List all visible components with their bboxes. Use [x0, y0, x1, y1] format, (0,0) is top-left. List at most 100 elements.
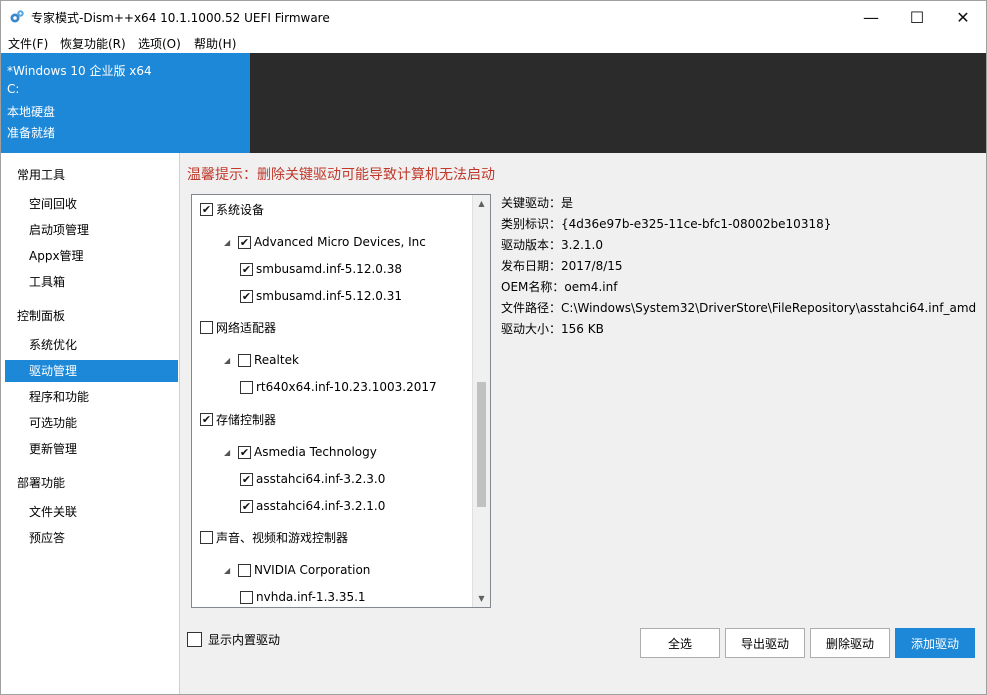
- gears-icon: [10, 10, 24, 23]
- property-row: 类别标识：{4d36e97b-e325-11ce-bfc1-08002be103…: [501, 215, 831, 232]
- tree-vendor[interactable]: ◢ Asmedia Technology: [224, 442, 377, 462]
- property-label: OEM名称：: [501, 280, 565, 294]
- export-driver-button[interactable]: 导出驱动: [725, 628, 805, 658]
- delete-driver-button[interactable]: 删除驱动: [810, 628, 890, 658]
- checkbox-icon[interactable]: [200, 530, 213, 544]
- show-builtin-drivers-checkbox[interactable]: 显示内置驱动: [187, 631, 280, 648]
- checkbox-icon[interactable]: [240, 499, 253, 513]
- tree-vendor[interactable]: ◢ NVIDIA Corporation: [224, 560, 370, 580]
- tree-label: Realtek: [254, 353, 299, 367]
- property-value: oem4.inf: [564, 280, 618, 294]
- property-row: 文件路径：C:\Windows\System32\DriverStore\Fil…: [501, 299, 976, 316]
- tree-driver[interactable]: smbusamd.inf-5.12.0.38: [240, 259, 402, 279]
- tree-vendor[interactable]: ◢ Realtek: [224, 350, 299, 370]
- menu-recovery[interactable]: 恢复功能(R): [60, 35, 126, 52]
- tree-driver[interactable]: smbusamd.inf-5.12.0.31: [240, 286, 402, 306]
- tree-label: rt640x64.inf-10.23.1003.2017: [256, 380, 437, 394]
- sidebar-item-optional-features[interactable]: 可选功能: [5, 412, 178, 434]
- checkbox-icon[interactable]: [240, 289, 253, 303]
- checkbox-icon[interactable]: [240, 262, 253, 276]
- tree-label: Asmedia Technology: [254, 445, 377, 459]
- menu-bar: 文件(F) 恢复功能(R) 选项(O) 帮助(H): [1, 33, 986, 53]
- driver-tree[interactable]: 系统设备 ◢ Advanced Micro Devices, Inc smbusamd…: [191, 194, 491, 608]
- property-label: 类别标识：: [501, 217, 562, 231]
- checkbox-icon[interactable]: [187, 632, 202, 647]
- header-dark-area: [250, 53, 986, 153]
- tree-label: 系统设备: [216, 202, 265, 217]
- tree-label: asstahci64.inf-3.2.3.0: [256, 472, 386, 486]
- property-label: 驱动大小：: [501, 322, 562, 336]
- close-button[interactable]: ✕: [940, 1, 986, 33]
- tree-vendor[interactable]: ◢ Advanced Micro Devices, Inc: [224, 232, 426, 252]
- tree-driver[interactable]: rt640x64.inf-10.23.1003.2017: [240, 377, 437, 397]
- expand-arrow-icon[interactable]: ◢: [224, 447, 234, 457]
- os-name: *Windows 10 企业版 x64: [7, 64, 152, 78]
- tree-label: NVIDIA Corporation: [254, 563, 371, 577]
- checkbox-icon[interactable]: [240, 590, 253, 604]
- tree-category[interactable]: 声音、视频和游戏控制器: [200, 527, 348, 547]
- tree-driver[interactable]: asstahci64.inf-3.2.1.0: [240, 496, 385, 516]
- select-all-button[interactable]: 全选: [640, 628, 720, 658]
- property-value: 3.2.1.0: [561, 238, 603, 252]
- tree-category[interactable]: 网络适配器: [200, 317, 276, 337]
- property-row: 发布日期：2017/8/15: [501, 257, 623, 274]
- sidebar-item-programs[interactable]: 程序和功能: [5, 386, 178, 408]
- checkbox-icon[interactable]: [200, 202, 213, 216]
- tree-label: asstahci64.inf-3.2.1.0: [256, 499, 386, 513]
- checkbox-icon[interactable]: [238, 563, 251, 577]
- checkbox-icon[interactable]: [238, 445, 251, 459]
- property-row: 驱动大小：156 KB: [501, 320, 604, 337]
- tree-label: 网络适配器: [216, 320, 277, 335]
- maximize-button[interactable]: ☐: [894, 1, 940, 33]
- checkbox-icon[interactable]: [240, 472, 253, 486]
- title-bar[interactable]: 专家模式-Dism++x64 10.1.1000.52 UEFI Firmwar…: [1, 1, 986, 33]
- sidebar-item-space-reclaim[interactable]: 空间回收: [5, 193, 178, 215]
- expand-arrow-icon[interactable]: ◢: [224, 565, 234, 575]
- minimize-button[interactable]: —: [848, 1, 894, 33]
- tree-label: Advanced Micro Devices, Inc: [254, 235, 426, 249]
- tree-scrollbar[interactable]: ▲ ▼: [472, 195, 490, 607]
- menu-file[interactable]: 文件(F): [8, 35, 48, 52]
- tree-category[interactable]: 系统设备: [200, 199, 264, 219]
- sidebar-item-system-optimize[interactable]: 系统优化: [5, 334, 178, 356]
- tree-driver[interactable]: nvhda.inf-1.3.35.1: [240, 587, 366, 607]
- scroll-up-arrow-icon[interactable]: ▲: [473, 195, 490, 212]
- checkbox-icon[interactable]: [200, 412, 213, 426]
- sidebar-item-driver-management[interactable]: 驱动管理: [5, 360, 178, 382]
- tree-driver[interactable]: asstahci64.inf-3.2.3.0: [240, 469, 385, 489]
- expand-arrow-icon[interactable]: ◢: [224, 355, 234, 365]
- tree-label: smbusamd.inf-5.12.0.31: [256, 289, 402, 303]
- checkbox-icon[interactable]: [240, 380, 253, 394]
- property-value: C:\Windows\System32\DriverStore\FileRepo…: [561, 301, 977, 315]
- sidebar-group-common-tools: 常用工具: [17, 168, 66, 182]
- warning-text: 温馨提示：删除关键驱动可能导致计算机无法启动: [187, 167, 495, 183]
- checkbox-icon[interactable]: [238, 353, 251, 367]
- property-value: 2017/8/15: [561, 259, 623, 273]
- sidebar-group-control-panel: 控制面板: [17, 309, 66, 323]
- sidebar: 常用工具 空间回收 启动项管理 Appx管理 工具箱 控制面板 系统优化 驱动管…: [1, 153, 180, 694]
- menu-options[interactable]: 选项(O): [138, 35, 181, 52]
- sidebar-item-startup[interactable]: 启动项管理: [5, 219, 178, 241]
- tree-label: smbusamd.inf-5.12.0.38: [256, 262, 402, 276]
- sidebar-group-deployment: 部署功能: [17, 476, 66, 490]
- add-driver-button[interactable]: 添加驱动: [895, 628, 975, 658]
- sidebar-item-file-assoc[interactable]: 文件关联: [5, 501, 178, 523]
- scroll-down-arrow-icon[interactable]: ▼: [473, 590, 490, 607]
- menu-help[interactable]: 帮助(H): [194, 35, 236, 52]
- sidebar-item-toolbox[interactable]: 工具箱: [5, 271, 178, 293]
- drive-letter: C:: [7, 82, 20, 96]
- property-label: 驱动版本：: [501, 238, 562, 252]
- checkbox-icon[interactable]: [238, 235, 251, 249]
- scroll-thumb[interactable]: [477, 382, 486, 507]
- app-window: 专家模式-Dism++x64 10.1.1000.52 UEFI Firmwar…: [0, 0, 987, 695]
- sidebar-item-answer-file[interactable]: 预应答: [5, 527, 178, 549]
- sidebar-item-appx[interactable]: Appx管理: [5, 245, 178, 267]
- expand-arrow-icon[interactable]: ◢: [224, 237, 234, 247]
- window-title: 专家模式-Dism++x64 10.1.1000.52 UEFI Firmwar…: [31, 11, 330, 25]
- session-panel[interactable]: *Windows 10 企业版 x64 C: 本地硬盘 准备就绪: [1, 53, 250, 153]
- checkbox-icon[interactable]: [200, 320, 213, 334]
- sidebar-item-updates[interactable]: 更新管理: [5, 438, 178, 460]
- property-value: {4d36e97b-e325-11ce-bfc1-08002be10318}: [561, 217, 832, 231]
- property-row: 关键驱动：是: [501, 194, 573, 211]
- tree-category[interactable]: 存储控制器: [200, 409, 276, 429]
